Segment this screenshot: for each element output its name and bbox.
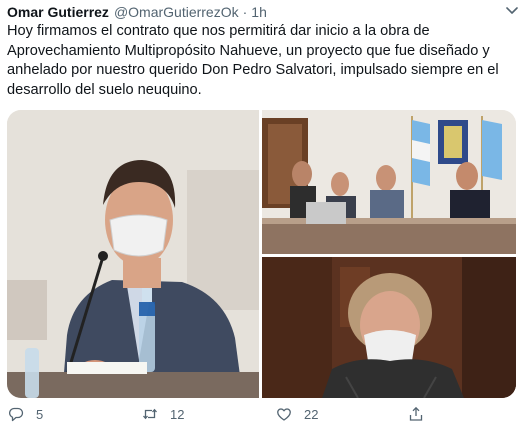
author-name[interactable]: Omar Gutierrez [7, 3, 109, 21]
retweet-button[interactable]: 12 [142, 406, 184, 422]
reply-button[interactable]: 5 [8, 406, 43, 422]
tweet-header: Omar Gutierrez @OmarGutierrezOk · 1h [7, 3, 267, 21]
author-handle[interactable]: @OmarGutierrezOk [114, 3, 239, 21]
reply-count: 5 [36, 406, 44, 422]
like-button[interactable]: 22 [276, 406, 318, 422]
like-count: 22 [304, 406, 319, 422]
retweet-count: 12 [170, 406, 185, 422]
retweet-icon [143, 408, 157, 420]
media-grid [7, 110, 516, 398]
caret-down-icon[interactable] [505, 6, 519, 16]
timestamp[interactable]: 1h [251, 3, 267, 21]
tweet-actions: 5 12 22 [0, 406, 529, 426]
photo-man-at-microphone[interactable] [7, 110, 259, 398]
separator-dot: · [242, 4, 248, 20]
photo-meeting-table[interactable] [262, 110, 516, 254]
like-icon [277, 408, 291, 421]
photo-woman-with-mask[interactable] [262, 257, 516, 398]
share-icon [409, 406, 423, 421]
share-button[interactable] [408, 406, 436, 422]
reply-icon [9, 407, 24, 422]
tweet-text: Hoy firmamos el contrato que nos permiti… [7, 23, 499, 98]
tweet: Omar Gutierrez @OmarGutierrezOk · 1h Hoy… [0, 0, 529, 429]
